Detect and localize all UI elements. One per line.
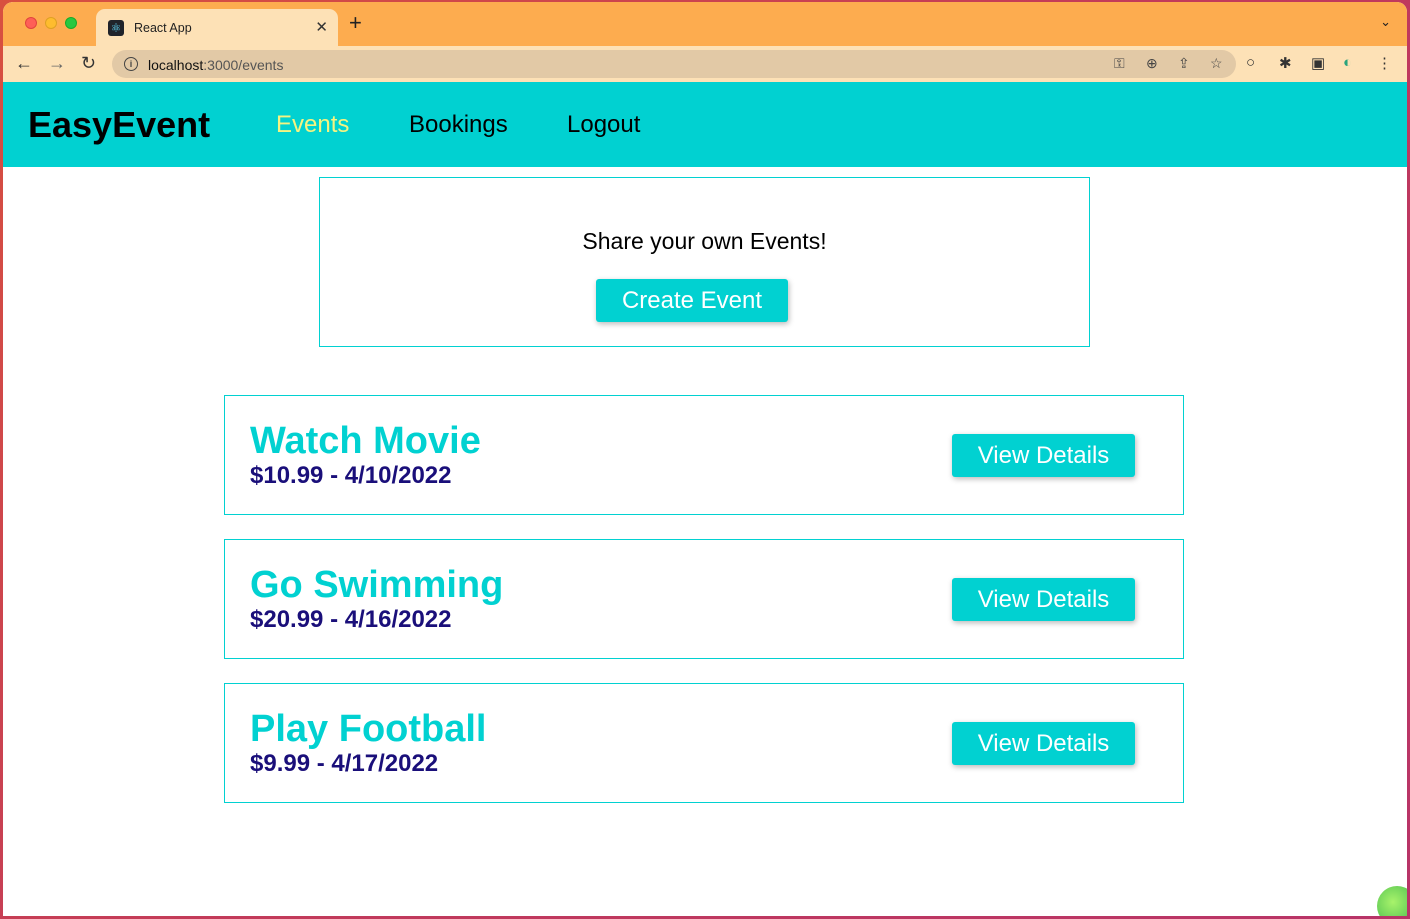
- react-icon: ⚛: [108, 19, 124, 36]
- event-price-date: $9.99 - 4/17/2022: [250, 750, 439, 777]
- desktop-widget-icon: [1377, 886, 1407, 916]
- url-path: :3000/events: [203, 57, 284, 73]
- event-price-date: $10.99 - 4/10/2022: [250, 462, 452, 489]
- event-card: Watch Movie $10.99 - 4/10/2022 View Deta…: [224, 395, 1184, 515]
- key-icon[interactable]: ⚿: [1114, 55, 1125, 72]
- nav-link-logout[interactable]: Logout: [567, 111, 640, 139]
- extension-icon[interactable]: ○: [1246, 54, 1255, 71]
- zoom-icon[interactable]: ⊕: [1146, 55, 1158, 72]
- close-tab-icon[interactable]: ✕: [315, 18, 328, 36]
- nav-link-bookings[interactable]: Bookings: [409, 111, 508, 139]
- reload-icon[interactable]: ↻: [81, 52, 96, 74]
- view-details-button[interactable]: View Details: [952, 434, 1135, 477]
- create-event-panel: Share your own Events! Create Event: [319, 177, 1090, 347]
- create-event-button[interactable]: Create Event: [596, 279, 788, 322]
- browser-toolbar: ← → ↻ i localhost:3000/events ⚿ ⊕ ⇪ ☆ ○ …: [3, 46, 1407, 82]
- bookmark-star-icon[interactable]: ☆: [1210, 55, 1223, 72]
- event-title: Watch Movie: [250, 420, 481, 462]
- event-price-date: $20.99 - 4/16/2022: [250, 606, 452, 633]
- brand-logo: EasyEvent: [28, 104, 211, 145]
- profile-icon[interactable]: ◐: [1343, 54, 1352, 71]
- event-card: Play Football $9.99 - 4/17/2022 View Det…: [224, 683, 1184, 803]
- address-bar[interactable]: i localhost:3000/events ⚿ ⊕ ⇪ ☆: [112, 50, 1236, 78]
- puzzle-icon[interactable]: ✱: [1279, 54, 1292, 72]
- share-icon[interactable]: ⇪: [1178, 55, 1190, 72]
- browser-window: ⚛ React App ✕ + ⌄ ← → ↻ i localhost:3000…: [3, 2, 1407, 916]
- view-details-button[interactable]: View Details: [952, 578, 1135, 621]
- close-window-button[interactable]: [25, 17, 37, 29]
- url-text[interactable]: localhost:3000/events: [148, 57, 283, 73]
- nav-link-events[interactable]: Events: [276, 111, 349, 139]
- menu-icon[interactable]: ⋮: [1377, 54, 1392, 72]
- minimize-window-button[interactable]: [45, 17, 57, 29]
- back-arrow-icon[interactable]: ←: [15, 52, 33, 74]
- tab-title: React App: [134, 20, 192, 35]
- new-tab-icon[interactable]: +: [349, 12, 362, 34]
- url-host: localhost: [148, 57, 204, 73]
- forward-arrow-icon[interactable]: →: [48, 52, 66, 74]
- sidebar-icon[interactable]: ▣: [1311, 54, 1325, 72]
- site-info-icon[interactable]: i: [124, 57, 138, 71]
- view-details-button[interactable]: View Details: [952, 722, 1135, 765]
- create-event-prompt: Share your own Events!: [582, 228, 827, 254]
- tab-search-icon[interactable]: ⌄: [1380, 14, 1391, 30]
- main-navbar: EasyEvent Events Bookings Logout: [3, 82, 1407, 167]
- zoom-window-button[interactable]: [65, 17, 77, 29]
- event-title: Go Swimming: [250, 564, 504, 606]
- event-title: Play Football: [250, 708, 487, 750]
- browser-tab[interactable]: ⚛ React App ✕: [96, 9, 338, 46]
- event-card: Go Swimming $20.99 - 4/16/2022 View Deta…: [224, 539, 1184, 659]
- tab-strip: ⚛ React App ✕ + ⌄: [3, 2, 1407, 46]
